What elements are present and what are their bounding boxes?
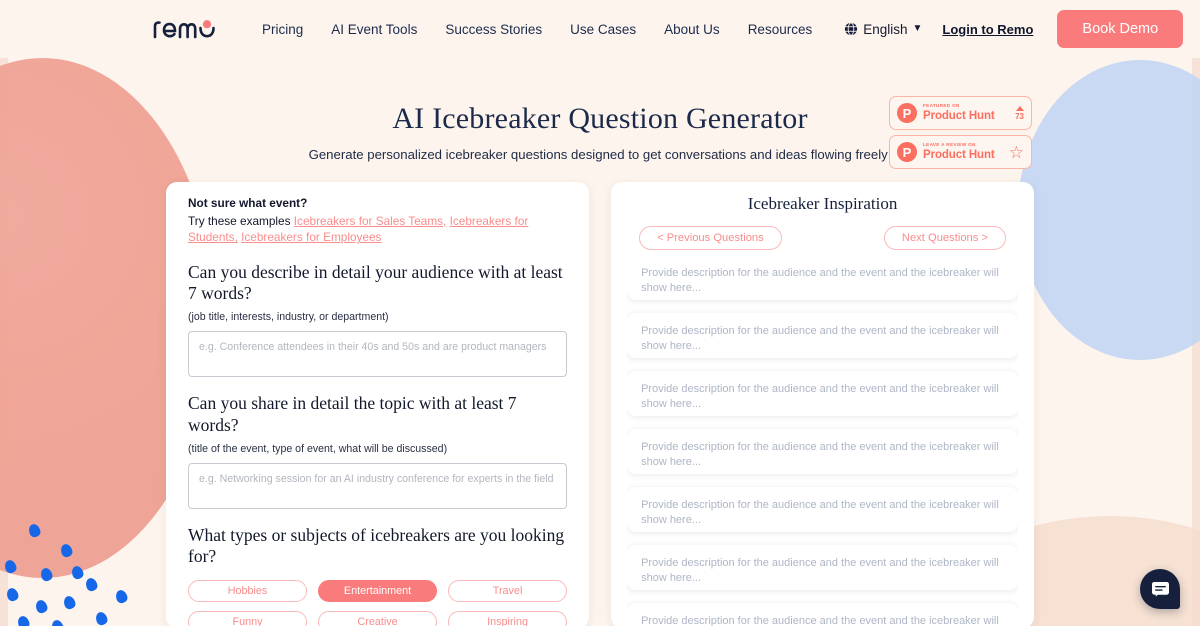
icebreaker-card[interactable]: Provide description for the audience and… <box>627 268 1018 300</box>
nav-link-about-us[interactable]: About Us <box>650 14 734 45</box>
product-hunt-review-text: LEAVE A REVIEW ON Product Hunt <box>923 141 1003 161</box>
product-hunt-featured-badge[interactable]: P FEATURED ON Product Hunt 73 <box>889 96 1032 130</box>
question-audience-group: Can you describe in detail your audience… <box>188 261 568 378</box>
product-hunt-upvote[interactable]: 73 <box>1015 105 1024 121</box>
example-link-sales-teams[interactable]: Icebreakers for Sales Teams, <box>294 214 447 228</box>
icebreaker-card-text: Provide description for the audience and… <box>641 499 999 527</box>
product-hunt-featured-text: FEATURED ON Product Hunt <box>923 102 1009 122</box>
example-link-employees[interactable]: Icebreakers for Employees <box>241 230 381 244</box>
product-hunt-review-kicker: LEAVE A REVIEW ON <box>923 141 976 147</box>
icebreaker-card-text: Provide description for the audience and… <box>641 325 999 353</box>
question-topic-group: Can you share in detail the topic with a… <box>188 393 568 509</box>
inspiration-pagination: < Previous Questions Next Questions > <box>627 226 1018 250</box>
inspiration-panel: Icebreaker Inspiration < Previous Questi… <box>611 182 1034 626</box>
upvote-caret-icon <box>1015 105 1024 111</box>
icebreaker-card-text: Provide description for the audience and… <box>641 268 999 295</box>
topic-description-input[interactable] <box>188 462 568 509</box>
main-content: Not sure what event? Try these examples … <box>0 162 1200 626</box>
chip-entertainment[interactable]: Entertainment <box>318 579 438 602</box>
chip-funny[interactable]: Funny <box>188 610 308 626</box>
product-hunt-review-badge[interactable]: P LEAVE A REVIEW ON Product Hunt ☆ <box>889 135 1032 169</box>
question-topic-sublabel: (title of the event, type of event, what… <box>188 442 448 455</box>
star-icon: ☆ <box>1008 142 1024 162</box>
next-questions-button[interactable]: Next Questions > <box>883 226 1006 250</box>
icebreaker-card-list[interactable]: Provide description for the audience and… <box>627 268 1018 626</box>
nav-link-pricing[interactable]: Pricing <box>248 14 317 45</box>
icebreaker-card[interactable]: Provide description for the audience and… <box>627 313 1018 358</box>
example-hint: Not sure what event? Try these examples … <box>188 196 567 246</box>
nav-link-success-stories[interactable]: Success Stories <box>431 14 556 45</box>
icebreaker-card-text: Provide description for the audience and… <box>641 615 999 626</box>
login-link[interactable]: Login to Remo <box>942 22 1033 37</box>
previous-questions-button[interactable]: < Previous Questions <box>639 226 782 250</box>
hint-prefix: Try these examples <box>188 214 291 228</box>
language-label: English <box>863 21 908 37</box>
hint-title: Not sure what event? <box>188 196 308 210</box>
logo-dot <box>202 20 212 29</box>
chip-hobbies[interactable]: Hobbies <box>188 579 308 602</box>
chip-travel[interactable]: Travel <box>448 579 568 602</box>
icebreaker-card[interactable]: Provide description for the audience and… <box>627 545 1018 590</box>
icebreaker-card[interactable]: Provide description for the audience and… <box>627 603 1018 626</box>
question-audience-sublabel: (job title, interests, industry, or depa… <box>188 311 389 324</box>
question-types-label: What types or subjects of icebreakers ar… <box>188 524 565 567</box>
hint-body: Try these examples Icebreakers for Sales… <box>188 213 567 246</box>
generator-form-panel: Not sure what event? Try these examples … <box>166 182 590 626</box>
icebreaker-card[interactable]: Provide description for the audience and… <box>627 429 1018 474</box>
icebreaker-card-text: Provide description for the audience and… <box>641 383 999 411</box>
globe-icon <box>845 22 858 36</box>
chat-bubble-icon <box>1151 581 1169 597</box>
icebreaker-type-chips: Hobbies Entertainment Travel Funny Creat… <box>188 579 568 626</box>
product-hunt-badges: P FEATURED ON Product Hunt 73 P LEAVE A … <box>889 96 1032 169</box>
chat-widget-button[interactable] <box>1140 569 1180 609</box>
audience-description-input[interactable] <box>188 331 568 378</box>
icebreaker-card[interactable]: Provide description for the audience and… <box>627 371 1018 416</box>
remo-logo-icon <box>153 20 215 39</box>
nav-link-use-cases[interactable]: Use Cases <box>556 14 650 45</box>
inspiration-title: Icebreaker Inspiration <box>747 194 898 213</box>
language-selector[interactable]: English ▼ <box>844 22 922 37</box>
question-types-group: What types or subjects of icebreakers ar… <box>188 524 568 626</box>
icebreaker-card-text: Provide description for the audience and… <box>641 441 999 469</box>
book-demo-button[interactable]: Book Demo <box>1057 10 1184 48</box>
product-hunt-icon: P <box>897 142 917 162</box>
nav-link-ai-event-tools[interactable]: AI Event Tools <box>317 14 431 45</box>
nav-link-resources[interactable]: Resources <box>734 14 827 45</box>
top-navigation-bar: Pricing AI Event Tools Success Stories U… <box>0 0 1200 58</box>
question-topic-label: Can you share in detail the topic with a… <box>188 393 517 435</box>
icebreaker-card[interactable]: Provide description for the audience and… <box>627 487 1018 532</box>
product-hunt-review-name: Product Hunt <box>923 148 995 161</box>
icebreaker-card-text: Provide description for the audience and… <box>641 557 999 585</box>
product-hunt-icon: P <box>897 103 917 123</box>
product-hunt-featured-kicker: FEATURED ON <box>923 102 960 108</box>
chip-creative[interactable]: Creative <box>318 610 438 626</box>
remo-logo[interactable] <box>152 18 220 40</box>
nav-links: Pricing AI Event Tools Success Stories U… <box>248 14 826 45</box>
chip-inspiring[interactable]: Inspiring <box>448 610 568 626</box>
question-audience-label: Can you describe in detail your audience… <box>188 261 563 303</box>
chevron-down-icon: ▼ <box>912 23 923 34</box>
upvote-count: 73 <box>1015 111 1024 121</box>
product-hunt-featured-name: Product Hunt <box>923 109 995 122</box>
